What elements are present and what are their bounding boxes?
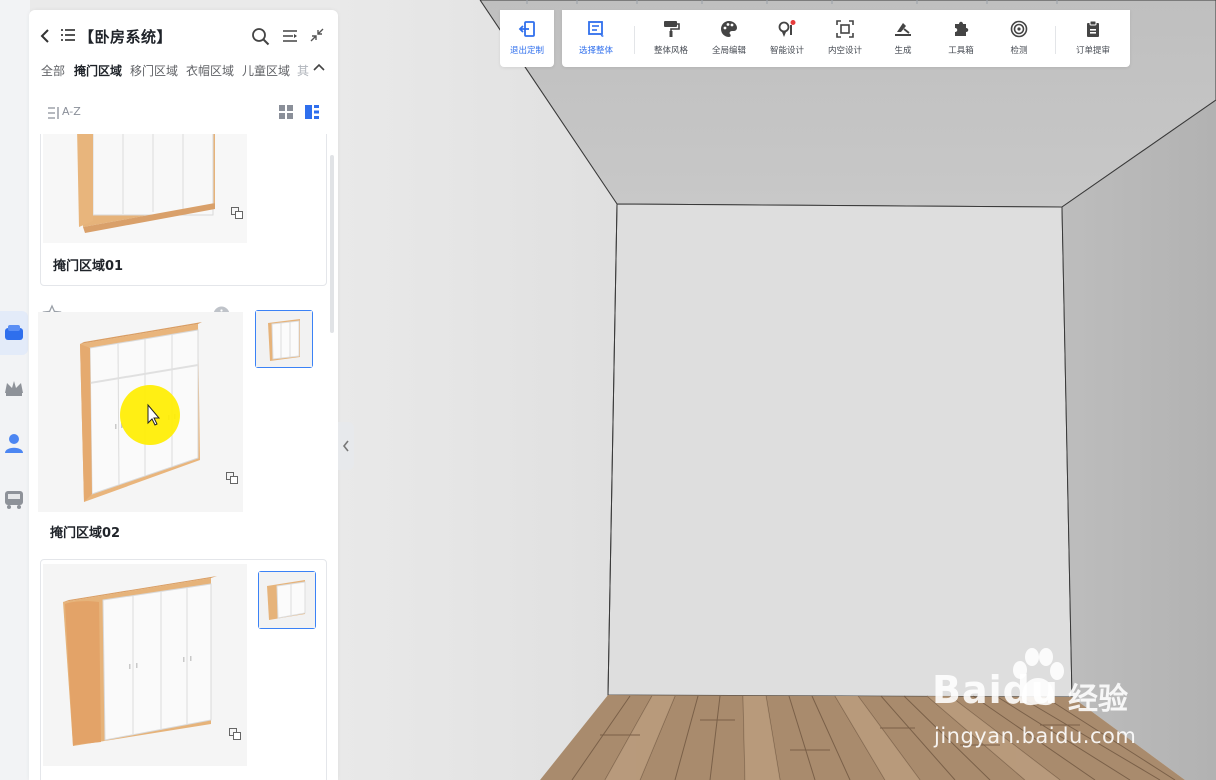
cabinet-image	[43, 564, 247, 766]
detect-icon	[1010, 20, 1028, 38]
tab-wardrobe[interactable]: 衣帽区域	[186, 62, 234, 79]
category-tabs: 全部 掩门区域 移门区域 衣帽区域 儿童区域 其	[41, 62, 338, 80]
smart-design-button[interactable]: 智能设计	[758, 20, 816, 60]
component-list: 掩门区域01 掩门区域02	[29, 134, 338, 780]
palette-icon	[721, 21, 737, 37]
puzzle-icon	[955, 21, 969, 36]
toolbox-button[interactable]: 工具箱	[932, 20, 990, 60]
select-whole-button[interactable]: 选择整体	[567, 20, 625, 60]
variant-thumbnail[interactable]	[255, 310, 313, 368]
variant-icon[interactable]	[226, 472, 238, 484]
exit-icon	[518, 21, 535, 37]
grid-view-icon[interactable]	[279, 105, 293, 119]
generate-icon	[895, 23, 911, 36]
inner-space-design-button[interactable]: 内空设计	[816, 20, 874, 60]
sort-icon[interactable]	[47, 106, 61, 120]
toolbar-divider	[634, 26, 635, 54]
panel-scrollbar[interactable]	[330, 155, 334, 333]
variant-thumbnail[interactable]	[258, 571, 316, 629]
crown-icon	[5, 381, 23, 396]
list-icon[interactable]	[61, 29, 75, 41]
list-view-icon[interactable]	[305, 105, 319, 119]
component-library-panel: 【卧房系统】 全部 掩门区域 移门区域 衣帽区域 儿童区域 其 A-Z 掩门区域…	[29, 10, 338, 780]
generate-button[interactable]: 生成	[874, 20, 932, 60]
order-icon	[1087, 20, 1099, 37]
toolbar-divider	[1055, 26, 1056, 54]
chevron-up-icon[interactable]	[313, 62, 325, 72]
chevron-left-icon	[342, 440, 349, 452]
cabinet-image	[43, 134, 247, 243]
paint-roller-icon	[664, 21, 680, 37]
user-icon	[5, 434, 23, 453]
variant-icon[interactable]	[229, 728, 241, 740]
global-edit-button[interactable]: 全局编辑	[700, 20, 758, 60]
vehicle-icon	[5, 491, 23, 509]
list-item[interactable]	[40, 559, 327, 780]
list-item[interactable]: 掩门区域02	[38, 304, 326, 554]
sort-label[interactable]: A-Z	[62, 105, 81, 118]
item-name: 掩门区域01	[53, 259, 124, 274]
tab-all[interactable]: 全部	[41, 62, 65, 79]
rail-vehicle-button[interactable]	[0, 477, 28, 521]
rail-crown-button[interactable]	[0, 366, 28, 410]
search-icon[interactable]	[251, 27, 270, 46]
select-icon	[588, 21, 604, 37]
back-wall	[607, 203, 1073, 698]
filter-menu-icon[interactable]	[282, 29, 298, 43]
overall-style-button[interactable]: 整体风格	[642, 20, 700, 60]
top-menu-strip	[526, 0, 1058, 4]
item-name: 掩门区域02	[50, 526, 121, 541]
tab-kids[interactable]: 儿童区域	[242, 62, 290, 79]
rail-cabinet-button[interactable]	[0, 311, 28, 355]
cabinet-icon	[5, 325, 23, 340]
order-submit-button[interactable]: 订单提审	[1064, 20, 1122, 60]
watermark-url: jingyan.baidu.com	[934, 724, 1137, 748]
sort-row: A-Z	[47, 105, 327, 123]
tab-other[interactable]: 其	[297, 62, 311, 79]
main-toolbar: 选择整体 整体风格 全局编辑 智能设计 内空设计 生成 工具箱 检测 订单提审	[562, 10, 1130, 67]
cabinet-image	[38, 312, 243, 512]
panel-title: 【卧房系统】	[79, 28, 173, 46]
shrink-icon[interactable]	[310, 28, 324, 42]
back-arrow-icon[interactable]	[40, 28, 50, 44]
baidu-jingyan-watermark: Baidu 经验 jingyan.baidu.com	[928, 648, 1158, 758]
variant-icon[interactable]	[231, 207, 243, 219]
rail-user-button[interactable]	[0, 421, 28, 465]
list-item[interactable]: 掩门区域01	[40, 134, 327, 286]
panel-header: 【卧房系统】	[29, 24, 338, 50]
detect-button[interactable]: 检测	[990, 20, 1048, 60]
smart-design-icon	[778, 20, 796, 37]
exit-customize-button[interactable]: 退出定制	[498, 20, 556, 60]
panel-collapse-handle[interactable]	[338, 422, 354, 470]
tab-sliding-door[interactable]: 移门区域	[130, 62, 178, 79]
exit-toolbar: 退出定制	[500, 10, 554, 67]
inner-space-icon	[836, 20, 854, 38]
watermark-brand-cn: 经验	[1068, 682, 1128, 717]
tab-hinged-door[interactable]: 掩门区域	[74, 62, 122, 79]
left-icon-rail	[0, 0, 30, 780]
watermark-brand: Baidu	[932, 668, 1059, 712]
